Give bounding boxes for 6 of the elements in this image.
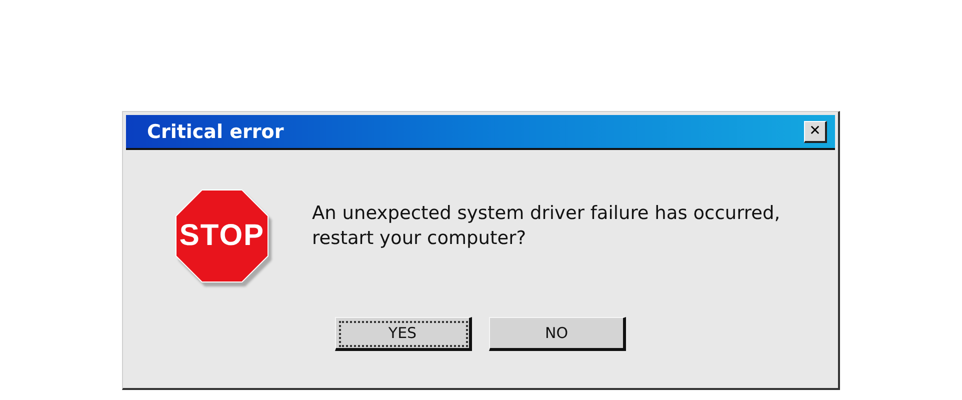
close-button[interactable]: ✕ xyxy=(804,120,827,142)
stop-sign-icon: STOP xyxy=(174,188,270,284)
window-title: Critical error xyxy=(147,120,284,142)
error-message: An unexpected system driver failure has occurred, restart your computer? xyxy=(312,202,780,251)
dialog-button[interactable]: NO xyxy=(489,317,626,351)
dialog-button[interactable]: YES xyxy=(335,317,472,351)
